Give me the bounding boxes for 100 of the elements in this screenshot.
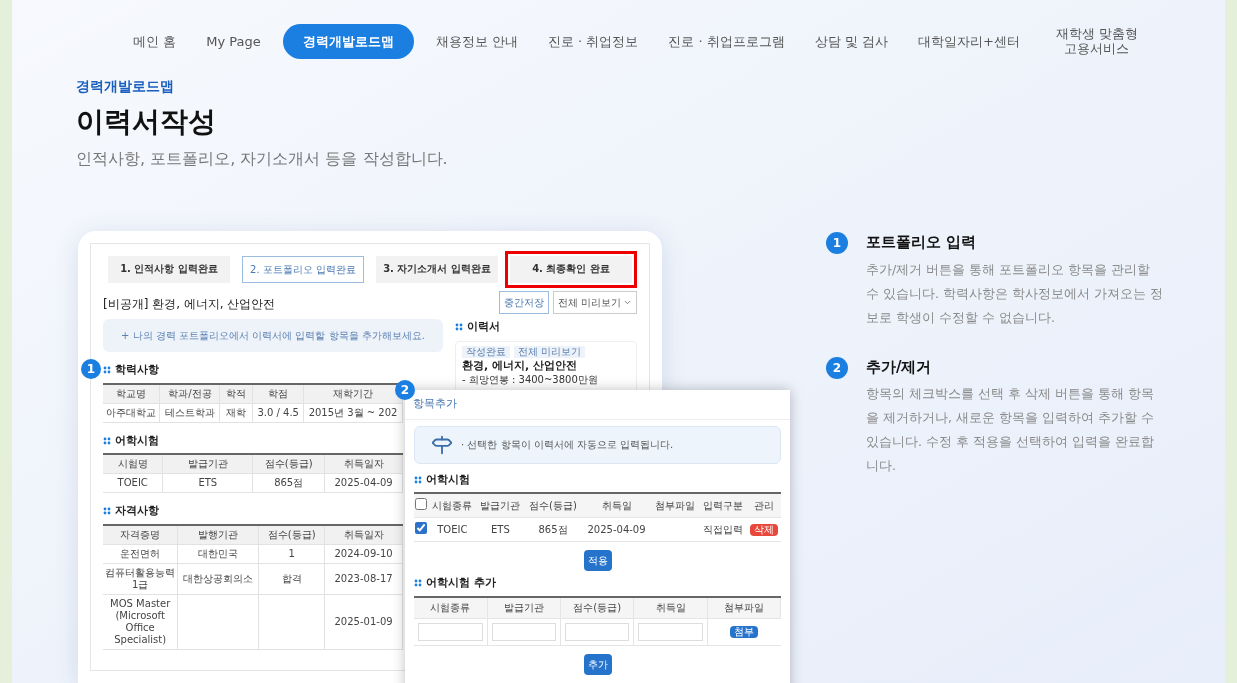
table-cell: 컴퓨터활용능력 1급 <box>103 563 178 594</box>
column-header: 자격증명 <box>103 524 178 544</box>
dots-icon <box>103 366 111 375</box>
table-cell: 2025-04-09 <box>324 473 403 493</box>
table-cell: 테스트학과 <box>159 403 220 422</box>
table-cell: 865점 <box>252 473 325 493</box>
nav-link[interactable]: 대학일자리+센터 <box>910 23 1028 59</box>
page-title: 이력서작성 <box>76 104 217 140</box>
table-cell: ETS <box>476 517 525 542</box>
table-cell: 2025-01-09 <box>324 594 403 649</box>
resume-title: [비공개] 환경, 에너지, 산업안전 <box>103 296 277 313</box>
nav-link[interactable]: 상담 및 검사 <box>806 23 896 59</box>
nav-link[interactable]: 진로 · 취업정보 <box>539 23 647 59</box>
nav-link[interactable]: My Page <box>198 23 269 59</box>
table-cell: ETS <box>162 473 253 493</box>
column-header: 발급기관 <box>476 493 525 518</box>
input-field[interactable] <box>638 622 703 641</box>
number-badge: 1 <box>81 359 101 379</box>
column-header: 점수(등급) <box>560 596 634 618</box>
attach-button[interactable]: 첨부 <box>730 625 759 638</box>
step-tab[interactable]: 1. 인적사항 입력완료 <box>108 256 230 283</box>
table-cell: 아주대학교 <box>103 403 160 422</box>
column-header: 시험명 <box>103 454 163 474</box>
resume-card-title: 환경, 에너지, 산업안전 <box>462 358 579 372</box>
table-cell: 대한민국 <box>177 544 259 563</box>
input-field[interactable] <box>565 622 630 641</box>
step-tab[interactable]: 4. 최종확인 완료 <box>510 256 632 283</box>
apply-button[interactable]: 적용 <box>583 550 612 571</box>
table-cell: TOEIC <box>103 473 163 493</box>
select-all-checkbox[interactable] <box>415 498 428 510</box>
column-header: 점수(등급) <box>258 524 325 544</box>
table-cell: TOEIC <box>428 517 477 542</box>
preview-dropdown[interactable]: 전체 미리보기 <box>552 291 637 314</box>
explanation-title: 추가/제거 <box>866 356 933 378</box>
column-header: 취득일 <box>633 596 708 618</box>
explanation-text: 추가/제거 버튼을 통해 포트폴리오 항목을 관리할 수 있습니다. 학력사항은 학사정보에서 가져오는 정보로 학생이 수정할 수 없습니다. <box>866 260 1164 327</box>
column-header: 발급기관 <box>487 596 561 618</box>
tag: 작성완료 <box>462 345 510 358</box>
nav-link[interactable]: 채용정보 안내 <box>427 23 526 59</box>
column-header: 발행기관 <box>177 524 259 544</box>
row-checkbox[interactable] <box>415 522 428 534</box>
add-button[interactable]: 추가 <box>583 653 612 675</box>
step-tab[interactable]: 2. 포트폴리오 입력완료 <box>242 256 364 283</box>
caret-icon <box>623 298 632 307</box>
dots-icon <box>414 579 422 588</box>
column-header: 점수(등급) <box>524 493 582 518</box>
table-cell: 1 <box>258 544 325 563</box>
dots-icon <box>103 507 111 516</box>
tag: 전체 미리보기 <box>514 345 586 358</box>
nav-link[interactable]: 메인 홈 <box>125 23 185 59</box>
save-button[interactable]: 중간저장 <box>498 291 549 314</box>
column-header: 발급기관 <box>162 454 253 474</box>
table-cell: 합격 <box>258 563 325 594</box>
breadcrumb: 경력개발로드맵 <box>76 77 175 96</box>
page-subtitle: 인적사항, 포트폴리오, 자기소개서 등을 작성합니다. <box>76 148 449 170</box>
nav-link[interactable]: 진로 · 취업프로그램 <box>660 23 793 59</box>
table-cell: 2015년 3월 ~ 202 <box>303 403 403 422</box>
section-heading: 학력사항 <box>115 362 159 378</box>
section-heading: 어학시험 <box>115 432 159 449</box>
column-header: 점수(등급) <box>252 454 325 474</box>
section-heading: 자격사항 <box>115 503 159 519</box>
dots-icon <box>103 436 111 445</box>
column-header: 시험종류 <box>428 493 477 518</box>
notice-text: · 선택한 항목이 이력서에 자동으로 입력됩니다. <box>461 438 674 452</box>
column-header: 학적 <box>219 383 253 403</box>
number-badge: 1 <box>826 232 848 254</box>
table-cell: 3.0 / 4.5 <box>252 403 304 422</box>
dots-icon <box>414 475 422 484</box>
table-cell: 운전면허 <box>103 544 178 563</box>
column-header: 취득일자 <box>324 454 403 474</box>
column-header: 취득일자 <box>324 524 403 544</box>
section-heading: 어학시험 <box>426 471 470 488</box>
input-field[interactable] <box>418 622 483 641</box>
column-header: 취득일 <box>581 493 652 518</box>
signpost-icon <box>431 433 453 456</box>
table-cell: 865점 <box>524 517 582 542</box>
table-cell: 2025-04-09 <box>581 517 652 542</box>
table-cell: 재학 <box>219 403 253 422</box>
nav-link[interactable]: 경력개발로드맵 <box>282 23 414 59</box>
number-badge: 2 <box>826 356 848 379</box>
column-header: 관리 <box>747 493 781 518</box>
resume-detail: - 희망연봉 : 3400~3800만원 <box>462 372 599 386</box>
input-field[interactable] <box>491 622 557 641</box>
column-header: 첨부파일 <box>651 493 700 518</box>
column-header: 첨부파일 <box>707 596 781 618</box>
explanation-title: 포트폴리오 입력 <box>866 232 978 253</box>
table-cell: 대한상공회의소 <box>177 563 259 594</box>
section-heading: 어학시험 추가 <box>426 575 496 591</box>
section-heading: 이력서 <box>467 319 500 335</box>
column-header: 학점 <box>252 383 304 403</box>
step-tab[interactable]: 3. 자기소개서 입력완료 <box>376 256 498 283</box>
table-cell: 2023-08-17 <box>324 563 403 594</box>
table-cell: 직접입력 <box>699 517 748 542</box>
column-header: 학과/전공 <box>159 383 220 403</box>
nav-link[interactable]: 재학생 맞춤형 고용서비스 <box>1041 16 1152 66</box>
column-header: 시험종류 <box>414 596 488 618</box>
info-banner: + 나의 경력 포트폴리오에서 이력서에 입력할 항목을 추가해보세요. <box>103 319 443 352</box>
column-header: 입력구분 <box>699 493 748 518</box>
delete-button[interactable]: 삭제 <box>750 523 779 536</box>
explanation-text: 항목의 체크박스를 선택 후 삭제 버튼을 통해 항목을 제거하거나, 새로운 항목을 입력하여 추가할 수 있습니다. 수정 후 적용을 선택하여 입력을 완료합니다. <box>866 385 1155 475</box>
